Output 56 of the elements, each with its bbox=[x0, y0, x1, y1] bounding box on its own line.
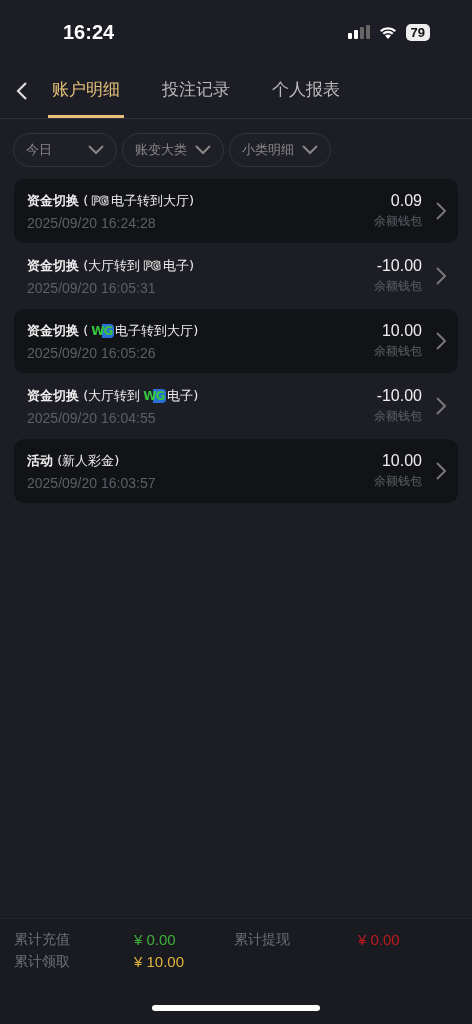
record-time: 2025/09/20 16:24:28 bbox=[27, 214, 157, 231]
filter-dropdown[interactable]: 账变大类 bbox=[122, 133, 224, 167]
record-row[interactable]: 资金切换 (大厅转到 PG 电子) 2025/09/20 16:05:31 -10.00 余额钱包 bbox=[14, 244, 458, 308]
total-value: ¥ 0.00 bbox=[358, 931, 401, 949]
record-amount: -10.00 bbox=[376, 387, 422, 405]
chevron-down-icon bbox=[302, 145, 318, 155]
total-label: 累计领取 bbox=[14, 953, 71, 971]
record-title: 资金切换 (大厅转到 bbox=[27, 386, 141, 405]
record-title: 资金切换 (大厅转到 bbox=[27, 256, 141, 275]
record-row[interactable]: 资金切换 ( PG 电子转到大厅) 2025/09/20 16:24:28 0.09 余额钱包 bbox=[14, 179, 458, 243]
chevron-down-icon bbox=[195, 145, 211, 155]
wallet-label: 余额钱包 bbox=[374, 408, 422, 425]
record-amount: -10.00 bbox=[376, 257, 422, 275]
status-time: 16:24 bbox=[63, 20, 115, 44]
back-icon[interactable] bbox=[16, 81, 28, 101]
tab[interactable]: 个人报表 bbox=[268, 64, 344, 118]
chevron-right-icon bbox=[436, 202, 446, 220]
wallet-label: 余额钱包 bbox=[374, 213, 422, 230]
total-value: ¥ 0.00 bbox=[134, 931, 177, 949]
record-title: 资金切换 ( bbox=[27, 191, 89, 210]
provider-logo: WG bbox=[89, 323, 115, 338]
record-title: 电子) bbox=[167, 386, 199, 405]
wallet-label: 余额钱包 bbox=[374, 473, 422, 490]
record-row[interactable]: 活动 (新人彩金) 2025/09/20 16:03:57 10.00 余额钱包 bbox=[14, 439, 458, 503]
record-time: 2025/09/20 16:03:57 bbox=[27, 474, 157, 491]
record-title: 资金切换 ( bbox=[27, 321, 89, 340]
filter-dropdown[interactable]: 今日 bbox=[13, 133, 117, 167]
record-amount: 10.00 bbox=[381, 322, 422, 340]
tab[interactable]: 投注记录 bbox=[158, 64, 234, 118]
provider-logo: PG bbox=[90, 193, 109, 208]
filter-dropdown[interactable]: 小类明细 bbox=[229, 133, 331, 167]
wallet-label: 余额钱包 bbox=[374, 278, 422, 295]
signal-icon bbox=[347, 25, 370, 39]
provider-logo: PG bbox=[142, 258, 162, 273]
chevron-right-icon bbox=[436, 397, 446, 415]
total-value: ¥ 10.00 bbox=[134, 953, 186, 971]
record-amount: 0.09 bbox=[390, 192, 422, 210]
tab[interactable]: 账户明细 bbox=[48, 64, 124, 118]
chevron-right-icon bbox=[436, 462, 446, 480]
chevron-down-icon bbox=[88, 145, 104, 155]
record-row[interactable]: 资金切换 ( WG 电子转到大厅) 2025/09/20 16:05:26 10.00 余额钱包 bbox=[14, 309, 458, 373]
record-time: 2025/09/20 16:04:55 bbox=[27, 409, 157, 426]
record-title: 电子) bbox=[162, 256, 194, 275]
total-label: 累计提现 bbox=[234, 931, 291, 949]
record-time: 2025/09/20 16:05:26 bbox=[27, 344, 157, 361]
record-time: 2025/09/20 16:05:31 bbox=[27, 279, 157, 296]
wifi-icon bbox=[377, 25, 398, 39]
total-label: 累计充值 bbox=[14, 931, 71, 949]
chevron-right-icon bbox=[436, 332, 446, 350]
record-amount: 10.00 bbox=[381, 452, 422, 470]
wallet-label: 余额钱包 bbox=[374, 343, 422, 360]
record-title: 电子转到大厅) bbox=[110, 191, 194, 210]
record-title: 电子转到大厅) bbox=[115, 321, 199, 340]
battery-level: 79 bbox=[405, 23, 430, 41]
chevron-right-icon bbox=[436, 267, 446, 285]
record-title: 活动 (新人彩金) bbox=[27, 451, 120, 470]
